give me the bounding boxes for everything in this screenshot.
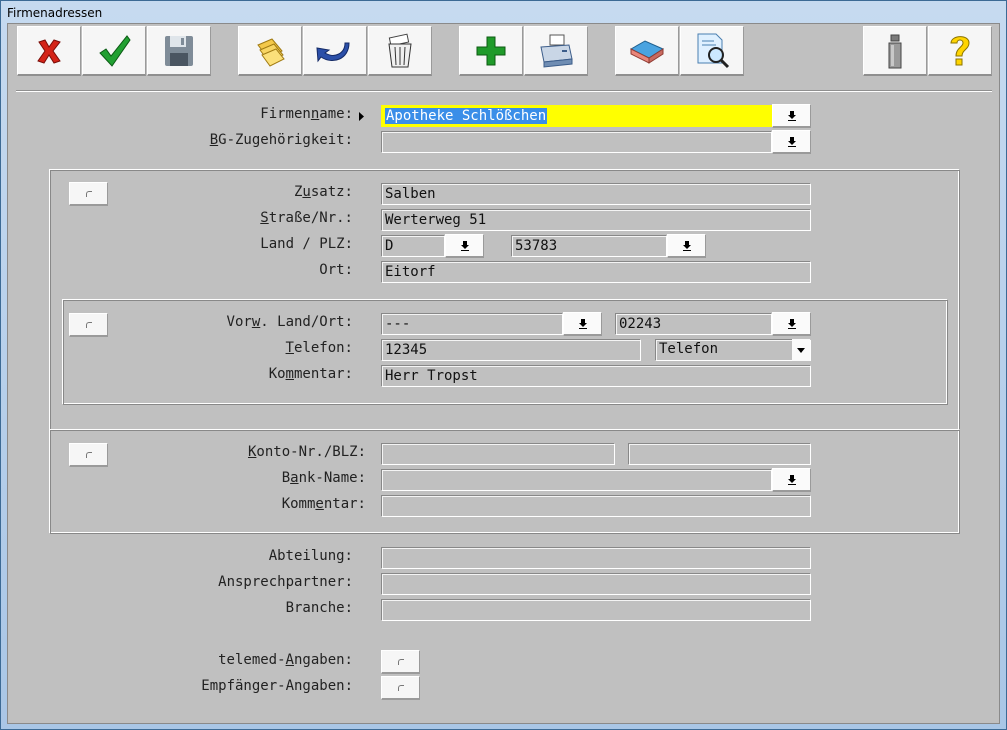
undo-button[interactable]: [303, 26, 367, 76]
bank-name-input[interactable]: [381, 469, 772, 491]
ansprechpartner-label: Ansprechpartner:: [218, 574, 353, 590]
bank-name-dropdown-button[interactable]: [772, 468, 811, 492]
eraser-icon: [629, 39, 665, 64]
telefon-type-dropdown-arrow[interactable]: [792, 339, 810, 361]
ort-label: Ort:: [319, 262, 353, 278]
bank-kommentar-input[interactable]: [381, 495, 811, 517]
phone-kommentar-input[interactable]: Herr Tropst: [381, 365, 811, 387]
ok-button[interactable]: [82, 26, 146, 76]
abteilung-input[interactable]: [381, 547, 811, 569]
firmenname-input[interactable]: Apotheke Schlößchen: [381, 105, 772, 127]
firmenname-label: Firmenname:: [260, 106, 353, 122]
zusatz-input[interactable]: Salben: [381, 183, 811, 205]
land-dropdown-button[interactable]: [445, 234, 484, 258]
save-button[interactable]: [147, 26, 211, 76]
search-button[interactable]: [680, 26, 744, 76]
address-radio-button[interactable]: [69, 182, 108, 206]
vorwahl-land-input[interactable]: ---: [381, 313, 563, 335]
bg-zugehoerigkeit-label: BG-Zugehörigkeit:: [209, 132, 353, 148]
folders-button[interactable]: [238, 26, 302, 76]
ort-input[interactable]: Eitorf: [381, 261, 811, 283]
vorwahl-ort-dropdown-button[interactable]: [772, 312, 811, 336]
red-x-icon: [37, 38, 61, 64]
dropdown-arrow-icon: [787, 110, 796, 121]
ansprechpartner-input[interactable]: [381, 573, 811, 595]
undo-arrow-icon: [316, 42, 350, 62]
dropdown-arrow-icon: [682, 240, 691, 251]
plz-dropdown-button[interactable]: [667, 234, 706, 258]
bank-radio-button[interactable]: [69, 443, 108, 467]
folders-icon: [257, 37, 285, 67]
add-button[interactable]: [459, 26, 523, 76]
empfaenger-angaben-button[interactable]: [381, 676, 420, 700]
telefon-input[interactable]: 12345: [381, 339, 641, 361]
bg-zugehoerigkeit-dropdown-button[interactable]: [772, 130, 811, 154]
telefon-type-select[interactable]: Telefon: [655, 339, 811, 361]
chevron-down-icon: [797, 347, 805, 353]
cancel-button[interactable]: [17, 26, 81, 76]
strasse-input[interactable]: Werterweg 51: [381, 209, 811, 231]
phone-radio-button[interactable]: [69, 313, 108, 337]
window-title: Firmenadressen: [7, 6, 103, 20]
info-button[interactable]: [863, 26, 927, 76]
konto-nr-input[interactable]: [381, 443, 615, 465]
firmenadressen-window: Firmenadressen Firmenname: Apotheke Schl…: [0, 0, 1007, 730]
question-mark-icon: [950, 35, 970, 65]
erase-button[interactable]: [615, 26, 679, 76]
strasse-label: Straße/Nr.:: [260, 210, 353, 226]
plz-input[interactable]: 53783: [511, 235, 667, 257]
info-icon: [888, 34, 902, 68]
dropdown-arrow-icon: [578, 318, 587, 329]
land-input[interactable]: D: [381, 235, 445, 257]
delete-button[interactable]: [368, 26, 432, 76]
dropdown-arrow-icon: [787, 474, 796, 485]
phone-kommentar-label: Kommentar:: [268, 366, 353, 382]
dropdown-arrow-icon: [460, 240, 469, 251]
konto-blz-label: Konto-Nr./BLZ:: [247, 444, 366, 460]
trash-can-icon: [388, 33, 412, 67]
vorwahl-land-dropdown-button[interactable]: [563, 312, 602, 336]
bank-kommentar-label: Kommentar:: [281, 496, 366, 512]
printer-icon: [540, 34, 573, 68]
bank-name-label: Bank-Name:: [281, 470, 366, 486]
dropdown-arrow-icon: [787, 318, 796, 329]
magnifier-document-icon: [697, 33, 730, 68]
current-field-pointer-icon: [359, 112, 364, 121]
vorwahl-label: Vorw. Land/Ort:: [226, 314, 353, 330]
telemed-angaben-button[interactable]: [381, 650, 420, 674]
abteilung-label: Abteilung:: [268, 548, 353, 564]
vorwahl-ort-input[interactable]: 02243: [615, 313, 772, 335]
empfaenger-angaben-label: Empfänger-Angaben:: [201, 678, 353, 694]
zusatz-label: Zusatz:: [293, 184, 353, 200]
green-check-icon: [99, 34, 131, 67]
blz-input[interactable]: [628, 443, 811, 465]
land-plz-label: Land / PLZ:: [260, 236, 353, 252]
green-plus-icon: [476, 36, 506, 65]
telemed-angaben-label: telemed-Angaben:: [218, 652, 353, 668]
floppy-disk-icon: [165, 35, 193, 66]
telefon-type-value: Telefon: [659, 341, 719, 357]
telefon-label: Telefon:: [285, 340, 353, 356]
branche-label: Branche:: [285, 600, 353, 616]
dialog-client-area: Firmenname: Apotheke Schlößchen BG-Zugeh…: [7, 23, 1000, 724]
toolbar: [8, 24, 1001, 80]
branche-input[interactable]: [381, 599, 811, 621]
help-button[interactable]: [928, 26, 992, 76]
print-button[interactable]: [524, 26, 588, 76]
bg-zugehoerigkeit-input[interactable]: [381, 131, 772, 153]
toolbar-separator: [16, 90, 992, 92]
firmenname-dropdown-button[interactable]: [772, 104, 811, 128]
dropdown-arrow-icon: [787, 136, 796, 147]
